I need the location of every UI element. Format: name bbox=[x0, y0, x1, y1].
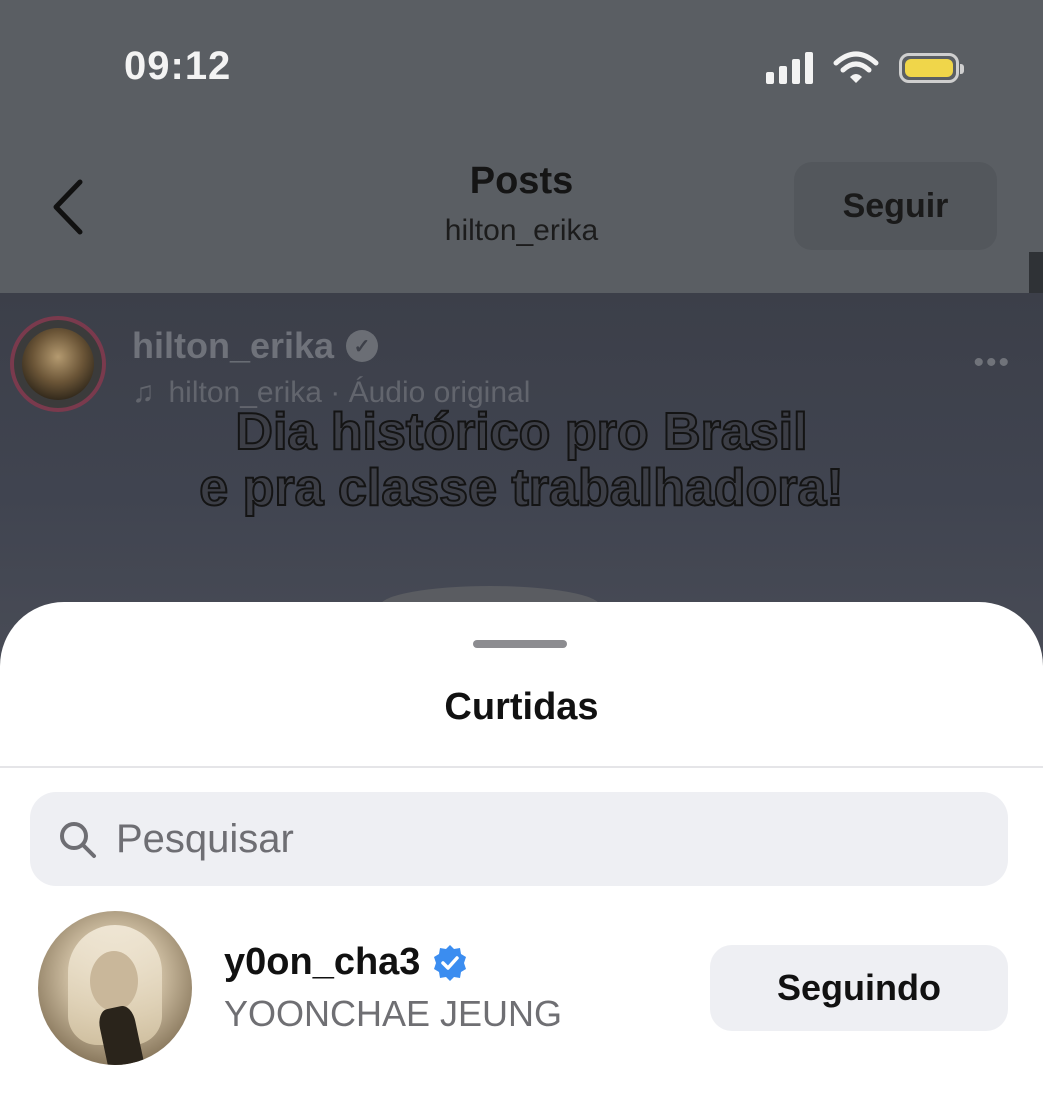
sheet-grabber[interactable] bbox=[473, 640, 567, 648]
wifi-icon bbox=[833, 51, 879, 83]
cellular-signal-icon bbox=[766, 52, 813, 84]
search-input[interactable] bbox=[30, 791, 1008, 887]
battery-icon bbox=[899, 53, 964, 83]
overlay-line-1: Dia histórico pro Brasil bbox=[234, 403, 808, 461]
list-item[interactable]: y0on_cha3 YOONCHAE JEUNG Seguindo bbox=[0, 907, 1043, 1067]
status-time: 09:12 bbox=[124, 44, 232, 88]
post-overlay-text: Dia histórico pro Brasil e pra classe tr… bbox=[0, 403, 1043, 517]
divider bbox=[0, 766, 1043, 768]
post-avatar[interactable] bbox=[10, 316, 106, 412]
post-username-text: hilton_erika bbox=[132, 325, 335, 366]
liker-full-name: YOONCHAE JEUNG bbox=[224, 993, 563, 1034]
verified-icon: ✓ bbox=[346, 330, 379, 362]
likes-sheet: Curtidas y0on_cha3 YOONCHAE JEUNG Seguin… bbox=[0, 602, 1043, 1104]
sheet-title: Curtidas bbox=[444, 686, 599, 728]
following-button[interactable]: Seguindo bbox=[710, 945, 1008, 1031]
verified-badge-icon bbox=[434, 944, 467, 981]
search-icon bbox=[60, 822, 96, 858]
search-bar[interactable] bbox=[30, 791, 1008, 887]
liker-username-text: y0on_cha3 bbox=[224, 941, 421, 983]
post-username[interactable]: hilton_erika ✓ bbox=[132, 325, 379, 367]
status-icons bbox=[766, 50, 964, 86]
scroll-indicator bbox=[1029, 252, 1043, 294]
follow-button[interactable]: Seguir bbox=[794, 162, 997, 250]
liker-username[interactable]: y0on_cha3 bbox=[224, 941, 470, 984]
more-options-icon[interactable]: ••• bbox=[973, 346, 1011, 380]
overlay-line-2: e pra classe trabalhadora! bbox=[198, 459, 845, 517]
avatar[interactable] bbox=[38, 911, 192, 1065]
top-bar: 09:12 Posts hilton_erika Seguir bbox=[0, 0, 1043, 293]
